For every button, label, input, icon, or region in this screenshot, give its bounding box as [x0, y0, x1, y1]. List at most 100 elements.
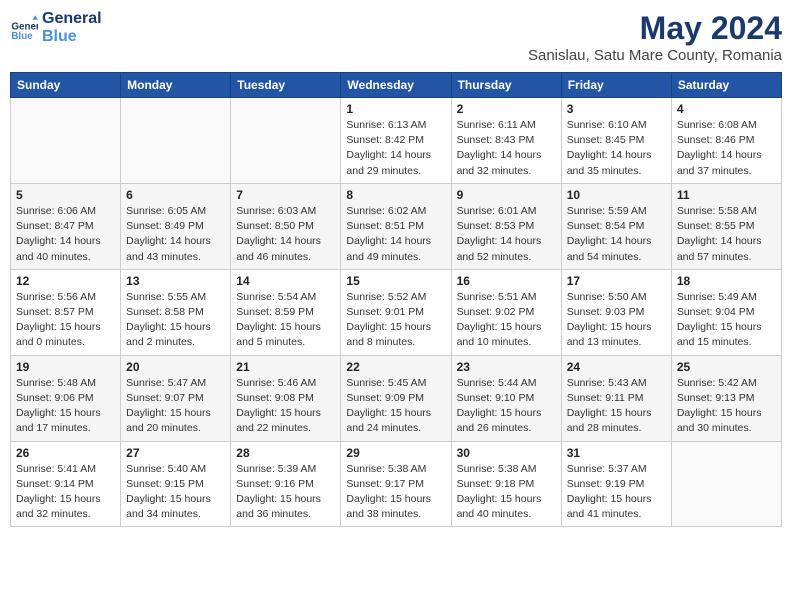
day-info: Sunrise: 5:43 AM Sunset: 9:11 PM Dayligh… [567, 376, 666, 437]
day-number: 4 [677, 102, 776, 116]
calendar-week-row: 26 Sunrise: 5:41 AM Sunset: 9:14 PM Dayli… [11, 441, 782, 527]
calendar-day-cell: 26 Sunrise: 5:41 AM Sunset: 9:14 PM Dayli… [11, 441, 121, 527]
day-info: Sunrise: 5:50 AM Sunset: 9:03 PM Dayligh… [567, 290, 666, 351]
day-number: 17 [567, 274, 666, 288]
calendar-day-cell: 23 Sunrise: 5:44 AM Sunset: 9:10 PM Dayli… [451, 355, 561, 441]
location-subtitle: Sanislau, Satu Mare County, Romania [528, 47, 782, 64]
day-number: 30 [457, 446, 556, 460]
calendar-week-row: 19 Sunrise: 5:48 AM Sunset: 9:06 PM Dayli… [11, 355, 782, 441]
weekday-header-cell: Sunday [11, 73, 121, 98]
calendar-day-cell: 16Sunrise: 5:51 AM Sunset: 9:02 PM Dayli… [451, 269, 561, 355]
day-info: Sunrise: 5:59 AM Sunset: 8:54 PM Dayligh… [567, 204, 666, 265]
day-number: 27 [126, 446, 225, 460]
calendar-day-cell: 17 Sunrise: 5:50 AM Sunset: 9:03 PM Dayli… [561, 269, 671, 355]
day-info: Sunrise: 5:37 AM Sunset: 9:19 PM Dayligh… [567, 462, 666, 523]
day-info: Sunrise: 6:03 AM Sunset: 8:50 PM Dayligh… [236, 204, 335, 265]
day-info: Sunrise: 5:48 AM Sunset: 9:06 PM Dayligh… [16, 376, 115, 437]
day-number: 10 [567, 188, 666, 202]
calendar-day-cell: 6 Sunrise: 6:05 AM Sunset: 8:49 PM Daylig… [121, 183, 231, 269]
weekday-header-row: SundayMondayTuesdayWednesdayThursdayFrid… [11, 73, 782, 98]
day-number: 28 [236, 446, 335, 460]
calendar-day-cell: 18Sunrise: 5:49 AM Sunset: 9:04 PM Dayli… [671, 269, 781, 355]
day-number: 11 [677, 188, 776, 202]
day-info: Sunrise: 5:44 AM Sunset: 9:10 PM Dayligh… [457, 376, 556, 437]
day-info: Sunrise: 6:05 AM Sunset: 8:49 PM Dayligh… [126, 204, 225, 265]
calendar-day-cell: 7Sunrise: 6:03 AM Sunset: 8:50 PM Daylig… [231, 183, 341, 269]
calendar-day-cell: 29 Sunrise: 5:38 AM Sunset: 9:17 PM Dayli… [341, 441, 451, 527]
day-info: Sunrise: 6:02 AM Sunset: 8:51 PM Dayligh… [346, 204, 445, 265]
calendar-day-cell: 22 Sunrise: 5:45 AM Sunset: 9:09 PM Dayli… [341, 355, 451, 441]
day-info: Sunrise: 6:10 AM Sunset: 8:45 PM Dayligh… [567, 118, 666, 179]
day-number: 6 [126, 188, 225, 202]
calendar-day-cell: 21 Sunrise: 5:46 AM Sunset: 9:08 PM Dayli… [231, 355, 341, 441]
logo-general: General [42, 10, 102, 28]
calendar-day-cell: 2Sunrise: 6:11 AM Sunset: 8:43 PM Daylig… [451, 98, 561, 184]
weekday-header-cell: Friday [561, 73, 671, 98]
day-number: 13 [126, 274, 225, 288]
calendar-day-cell [231, 98, 341, 184]
calendar-day-cell: 19 Sunrise: 5:48 AM Sunset: 9:06 PM Dayli… [11, 355, 121, 441]
day-number: 20 [126, 360, 225, 374]
day-number: 14 [236, 274, 335, 288]
day-info: Sunrise: 5:47 AM Sunset: 9:07 PM Dayligh… [126, 376, 225, 437]
calendar-day-cell: 5 Sunrise: 6:06 AM Sunset: 8:47 PM Daylig… [11, 183, 121, 269]
day-info: Sunrise: 5:38 AM Sunset: 9:17 PM Dayligh… [346, 462, 445, 523]
day-info: Sunrise: 6:01 AM Sunset: 8:53 PM Dayligh… [457, 204, 556, 265]
calendar-day-cell: 30 Sunrise: 5:38 AM Sunset: 9:18 PM Dayli… [451, 441, 561, 527]
calendar-day-cell: 27Sunrise: 5:40 AM Sunset: 9:15 PM Dayli… [121, 441, 231, 527]
svg-text:Blue: Blue [11, 31, 33, 42]
calendar-day-cell: 14 Sunrise: 5:54 AM Sunset: 8:59 PM Dayli… [231, 269, 341, 355]
calendar-body: 1Sunrise: 6:13 AM Sunset: 8:42 PM Daylig… [11, 98, 782, 527]
day-number: 5 [16, 188, 115, 202]
day-number: 24 [567, 360, 666, 374]
day-info: Sunrise: 5:52 AM Sunset: 9:01 PM Dayligh… [346, 290, 445, 351]
day-number: 3 [567, 102, 666, 116]
calendar-day-cell [671, 441, 781, 527]
day-number: 22 [346, 360, 445, 374]
calendar-day-cell: 15 Sunrise: 5:52 AM Sunset: 9:01 PM Dayli… [341, 269, 451, 355]
day-info: Sunrise: 5:49 AM Sunset: 9:04 PM Dayligh… [677, 290, 776, 351]
day-info: Sunrise: 6:13 AM Sunset: 8:42 PM Dayligh… [346, 118, 445, 179]
day-number: 19 [16, 360, 115, 374]
weekday-header-cell: Saturday [671, 73, 781, 98]
day-number: 26 [16, 446, 115, 460]
calendar-day-cell [11, 98, 121, 184]
day-info: Sunrise: 5:55 AM Sunset: 8:58 PM Dayligh… [126, 290, 225, 351]
day-info: Sunrise: 5:51 AM Sunset: 9:02 PM Dayligh… [457, 290, 556, 351]
calendar-day-cell: 25Sunrise: 5:42 AM Sunset: 9:13 PM Dayli… [671, 355, 781, 441]
month-year-title: May 2024 [528, 10, 782, 47]
day-info: Sunrise: 5:58 AM Sunset: 8:55 PM Dayligh… [677, 204, 776, 265]
page-header: General Blue General Blue May 2024 Sanis… [10, 10, 782, 64]
logo-icon: General Blue [10, 14, 38, 42]
day-number: 23 [457, 360, 556, 374]
day-info: Sunrise: 5:54 AM Sunset: 8:59 PM Dayligh… [236, 290, 335, 351]
weekday-header-cell: Tuesday [231, 73, 341, 98]
calendar-day-cell: 8 Sunrise: 6:02 AM Sunset: 8:51 PM Daylig… [341, 183, 451, 269]
title-block: May 2024 Sanislau, Satu Mare County, Rom… [528, 10, 782, 64]
calendar-day-cell [121, 98, 231, 184]
calendar-day-cell: 9Sunrise: 6:01 AM Sunset: 8:53 PM Daylig… [451, 183, 561, 269]
calendar-day-cell: 10 Sunrise: 5:59 AM Sunset: 8:54 PM Dayli… [561, 183, 671, 269]
day-info: Sunrise: 6:06 AM Sunset: 8:47 PM Dayligh… [16, 204, 115, 265]
day-number: 31 [567, 446, 666, 460]
day-info: Sunrise: 5:42 AM Sunset: 9:13 PM Dayligh… [677, 376, 776, 437]
day-info: Sunrise: 5:41 AM Sunset: 9:14 PM Dayligh… [16, 462, 115, 523]
day-number: 15 [346, 274, 445, 288]
day-number: 29 [346, 446, 445, 460]
calendar-day-cell: 3 Sunrise: 6:10 AM Sunset: 8:45 PM Daylig… [561, 98, 671, 184]
calendar-day-cell: 12Sunrise: 5:56 AM Sunset: 8:57 PM Dayli… [11, 269, 121, 355]
weekday-header-cell: Monday [121, 73, 231, 98]
calendar-day-cell: 11 Sunrise: 5:58 AM Sunset: 8:55 PM Dayli… [671, 183, 781, 269]
logo-blue: Blue [42, 28, 102, 46]
weekday-header-cell: Thursday [451, 73, 561, 98]
day-info: Sunrise: 5:45 AM Sunset: 9:09 PM Dayligh… [346, 376, 445, 437]
day-info: Sunrise: 5:38 AM Sunset: 9:18 PM Dayligh… [457, 462, 556, 523]
day-info: Sunrise: 5:39 AM Sunset: 9:16 PM Dayligh… [236, 462, 335, 523]
day-number: 21 [236, 360, 335, 374]
calendar-day-cell: 4 Sunrise: 6:08 AM Sunset: 8:46 PM Daylig… [671, 98, 781, 184]
day-info: Sunrise: 5:46 AM Sunset: 9:08 PM Dayligh… [236, 376, 335, 437]
day-info: Sunrise: 6:08 AM Sunset: 8:46 PM Dayligh… [677, 118, 776, 179]
weekday-header-cell: Wednesday [341, 73, 451, 98]
day-number: 8 [346, 188, 445, 202]
calendar-week-row: 5 Sunrise: 6:06 AM Sunset: 8:47 PM Daylig… [11, 183, 782, 269]
